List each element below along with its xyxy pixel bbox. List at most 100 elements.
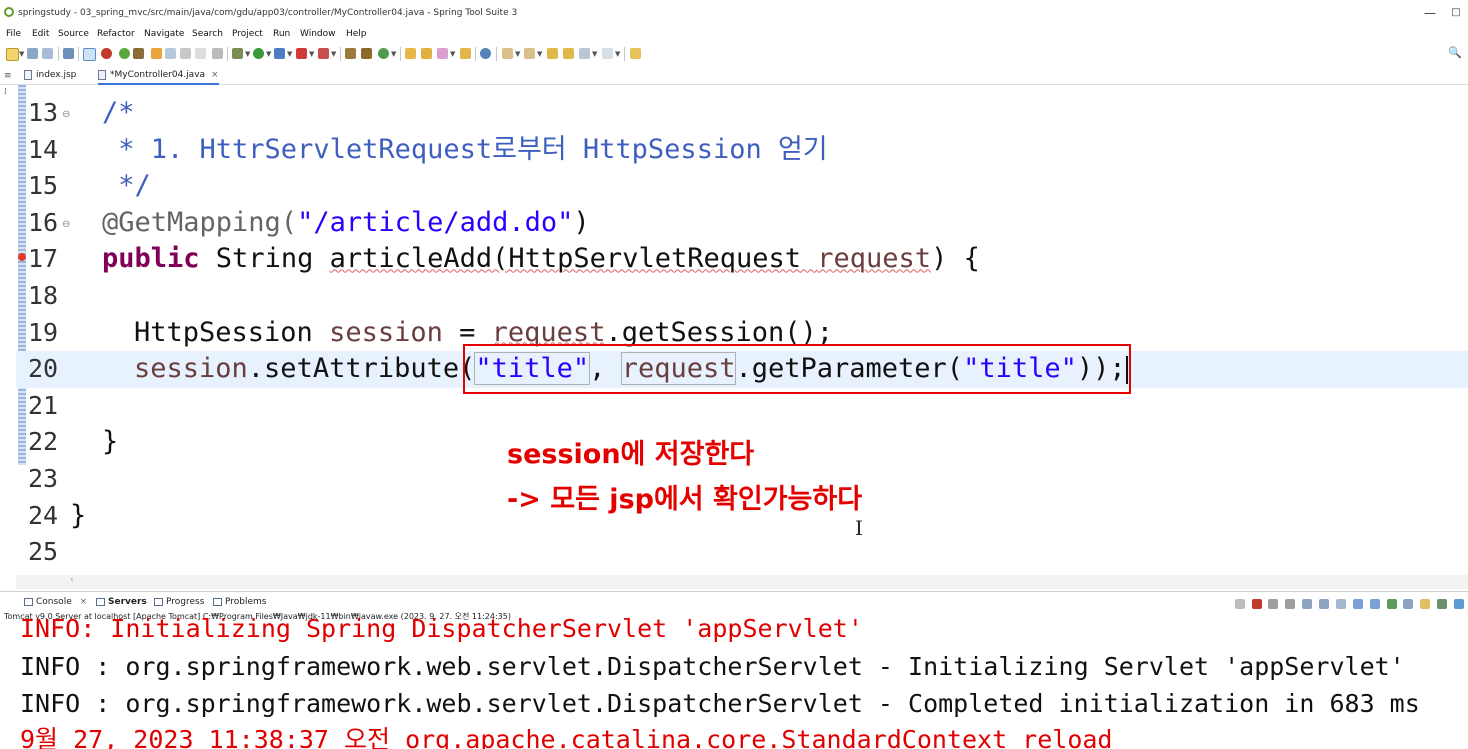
spring-icon[interactable] — [119, 48, 130, 59]
show-stdout-icon[interactable] — [1352, 599, 1363, 609]
main-toolbar: ▼ ▼ ▼ ▼ ▼ ▼ ▼ ▼ ▼ ▼ ▼ ▼ 🔍 — [0, 43, 1468, 65]
dropdown-arrow-icon[interactable]: ▼ — [515, 50, 520, 58]
menu-navigate[interactable]: Navigate — [144, 26, 184, 42]
run-icon[interactable] — [253, 48, 264, 59]
dropdown-arrow-icon[interactable]: ▼ — [450, 50, 455, 58]
menu-edit[interactable]: Edit — [32, 26, 49, 42]
class-icon[interactable] — [361, 48, 372, 59]
dropdown-arrow-icon[interactable]: ▼ — [287, 50, 292, 58]
horizontal-scrollbar[interactable]: ‹ — [16, 575, 1468, 589]
forward-icon[interactable] — [602, 48, 613, 59]
fold-icon[interactable]: ⊖ — [62, 109, 70, 120]
annotation-icon[interactable] — [437, 48, 448, 59]
previous-annotation-icon[interactable] — [524, 48, 535, 59]
toolbar-separator — [58, 47, 59, 61]
open-console-icon[interactable] — [1420, 599, 1431, 609]
console-output[interactable]: INFO: Initializing Spring DispatcherServ… — [0, 616, 1468, 749]
menu-project[interactable]: Project — [232, 26, 263, 42]
tab-servers[interactable]: Servers — [96, 592, 147, 612]
tab-progress[interactable]: Progress — [154, 592, 204, 612]
dropdown-arrow-icon[interactable]: ▼ — [331, 50, 336, 58]
toolbar-separator — [400, 47, 401, 61]
console-tab-bar: Console × Servers Progress Problems — [0, 591, 1468, 611]
dropdown-arrow-icon[interactable]: ▼ — [266, 50, 271, 58]
terminal-icon[interactable] — [63, 48, 74, 59]
dropdown-arrow-icon[interactable]: ▼ — [19, 50, 24, 58]
open-type-icon[interactable] — [405, 48, 416, 59]
history-icon[interactable] — [563, 48, 574, 59]
variable-name: session — [134, 353, 248, 385]
server-icon[interactable] — [318, 48, 329, 59]
minimize-button[interactable]: — — [1422, 0, 1438, 26]
toolbar-separator — [78, 47, 79, 61]
scroll-left-icon[interactable]: ‹ — [70, 575, 74, 585]
menu-file[interactable]: File — [6, 26, 21, 42]
new-class-icon[interactable] — [378, 48, 389, 59]
paragraph-icon[interactable] — [195, 48, 206, 59]
save-icon[interactable] — [27, 48, 38, 59]
menu-search[interactable]: Search — [192, 26, 223, 42]
menu-refactor[interactable]: Refactor — [97, 26, 135, 42]
tab-console[interactable]: Console × — [24, 592, 87, 612]
menu-window[interactable]: Window — [300, 26, 336, 42]
search-icon[interactable]: 🔍 — [1448, 46, 1462, 59]
toolbar-separator — [340, 47, 341, 61]
external-tools-icon[interactable] — [296, 48, 307, 59]
open-perspective-icon[interactable] — [630, 48, 641, 59]
show-stderr-icon[interactable] — [1369, 599, 1380, 609]
line-number: 25 — [28, 537, 59, 567]
debug-icon[interactable] — [232, 48, 243, 59]
menu-run[interactable]: Run — [273, 26, 290, 42]
pin-icon[interactable] — [133, 48, 144, 59]
code-line: 18 — [16, 278, 1468, 315]
new-icon[interactable] — [6, 48, 19, 61]
dropdown-arrow-icon[interactable]: ▼ — [615, 50, 620, 58]
web-browser-icon[interactable] — [480, 48, 491, 59]
tab-index-jsp[interactable]: index.jsp — [24, 65, 76, 85]
remove-launch-icon[interactable] — [1268, 599, 1279, 609]
scroll-lock-icon[interactable] — [1302, 599, 1313, 609]
tab-label: Problems — [225, 597, 267, 607]
pin-console-icon[interactable] — [1234, 599, 1245, 609]
minimize-view-icon[interactable] — [1437, 599, 1448, 609]
block-select-icon[interactable] — [180, 48, 191, 59]
show-on-output-icon[interactable] — [1335, 599, 1346, 609]
format-icon[interactable] — [212, 48, 223, 59]
show-whitespace-icon[interactable] — [165, 48, 176, 59]
editor-tab-bar: index.jsp *MyController04.java × — [0, 65, 1468, 85]
toggle-mark-icon[interactable] — [83, 48, 96, 61]
maximize-button[interactable]: □ — [1448, 0, 1464, 26]
dropdown-arrow-icon[interactable]: ▼ — [391, 50, 396, 58]
tab-problems[interactable]: Problems — [213, 592, 266, 612]
coverage-icon[interactable] — [274, 48, 285, 59]
package-icon[interactable] — [345, 48, 356, 59]
tab-mycontroller04-java[interactable]: *MyController04.java × — [98, 65, 219, 85]
console-icon — [24, 597, 33, 606]
close-icon[interactable]: × — [211, 70, 219, 80]
maximize-view-icon[interactable] — [1454, 599, 1464, 609]
pin-icon[interactable] — [1386, 599, 1397, 609]
close-icon[interactable]: × — [80, 597, 88, 607]
last-edit-icon[interactable] — [547, 48, 558, 59]
next-annotation-icon[interactable] — [502, 48, 513, 59]
highlight-icon[interactable] — [151, 48, 162, 59]
word-wrap-icon[interactable] — [1319, 599, 1329, 609]
remove-all-icon[interactable] — [1285, 599, 1296, 609]
error-marker-icon[interactable] — [18, 253, 26, 262]
back-icon[interactable] — [579, 48, 590, 59]
stop-icon[interactable] — [101, 48, 112, 59]
dropdown-arrow-icon[interactable]: ▼ — [537, 50, 542, 58]
search-file-icon[interactable] — [460, 48, 471, 59]
display-console-icon[interactable] — [1403, 599, 1414, 609]
open-task-icon[interactable] — [421, 48, 432, 59]
text-cursor-icon: I — [855, 516, 863, 540]
terminate-icon[interactable] — [1251, 599, 1262, 609]
dropdown-arrow-icon[interactable]: ▼ — [309, 50, 314, 58]
fold-icon[interactable]: ⊖ — [62, 219, 70, 230]
hierarchy-icon[interactable]: ⁞ — [4, 87, 7, 97]
dropdown-arrow-icon[interactable]: ▼ — [245, 50, 250, 58]
save-all-icon[interactable] — [42, 48, 53, 59]
menu-help[interactable]: Help — [346, 26, 367, 42]
menu-source[interactable]: Source — [58, 26, 89, 42]
dropdown-arrow-icon[interactable]: ▼ — [592, 50, 597, 58]
